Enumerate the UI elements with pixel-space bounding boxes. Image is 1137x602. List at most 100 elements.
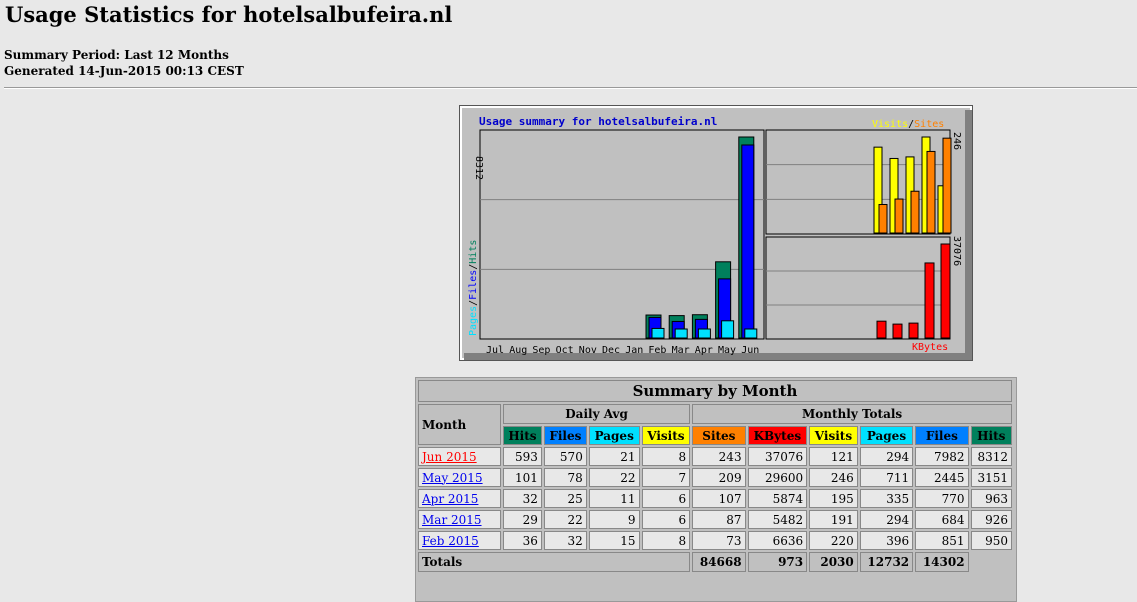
visits-sites-max-label: 246 [951,132,962,150]
cell-files: 770 [915,489,969,508]
cell-hits: 3151 [970,468,1012,487]
col-pages: Pages [859,426,914,445]
cell-hits: 926 [970,510,1012,529]
month-label-apr: Apr [695,345,713,356]
month-cell: Apr 2015 [418,489,501,508]
cell-visits: 121 [809,447,858,466]
table-title: Summary by Month [418,380,1012,402]
bar-kbytes-mar [892,323,903,339]
usage-chart-svg: Usage summary for hotelsalbufeira.nl Visi… [460,106,972,360]
month-link[interactable]: Feb 2015 [422,534,479,548]
cell-d-files: 570 [543,447,587,466]
month-label-feb: Feb [648,345,666,356]
totals-row: Totals 84668 973 2030 12732 14302 [418,552,1012,572]
cell-pages: 711 [859,468,914,487]
cell-files: 684 [915,510,969,529]
cell-d-pages: 9 [588,510,640,529]
month-label-may: May [718,345,736,356]
cell-d-hits: 36 [503,531,542,550]
cell-hits: 963 [970,489,1012,508]
bar-pages-feb [651,327,665,339]
bar-kbytes-feb [876,320,887,339]
bar-sites-mar [894,198,904,234]
summary-by-month-table: Summary by Month Month Daily Avg Monthly… [415,377,1017,602]
month-cell: Mar 2015 [418,510,501,529]
cell-files: 7982 [915,447,969,466]
month-cell: May 2015 [418,468,501,487]
month-label-oct: Oct [556,345,574,356]
bar-kbytes-jun [940,243,951,339]
chart-shadow-right [965,110,972,360]
cell-kbytes: 29600 [747,468,808,487]
cell-d-pages: 21 [588,447,640,466]
cell-d-pages: 11 [588,489,640,508]
header-divider [4,87,1137,89]
usage-summary-chart: Usage summary for hotelsalbufeira.nl Visi… [459,105,973,361]
left-axis-label: Pages/Files/Hits [468,240,479,336]
month-label-dec: Dec [602,345,620,356]
cell-pages: 294 [859,447,914,466]
cell-kbytes: 6636 [747,531,808,550]
cell-d-files: 78 [543,468,587,487]
total-files: 12732 [859,552,914,572]
cell-kbytes: 5874 [747,489,808,508]
kbytes-legend: KBytes [912,342,948,353]
cell-d-files: 22 [543,510,587,529]
cell-d-visits: 8 [641,531,691,550]
cell-d-hits: 29 [503,510,542,529]
kbytes-max-label: 37076 [951,236,962,266]
cell-pages: 294 [859,510,914,529]
cell-d-files: 25 [543,489,587,508]
cell-pages: 396 [859,531,914,550]
bar-pages-mar [674,328,688,339]
col-kbytes: KBytes [747,426,808,445]
daily-avg-header: Daily Avg [503,404,691,424]
total-kbytes: 84668 [692,552,746,572]
month-column-header: Month [418,404,501,445]
cell-d-hits: 101 [503,468,542,487]
total-pages: 2030 [809,552,858,572]
month-label-aug: Aug [509,345,527,356]
bar-pages-jun [744,328,758,339]
monthly-totals-header: Monthly Totals [692,404,1012,424]
table-row: May 2015 101 78 22 7 209 29600 246 711 2445 3151 [418,468,1012,487]
bar-pages-apr [697,328,711,339]
cell-files: 851 [915,531,969,550]
month-label-jul: Jul [486,345,504,356]
cell-d-visits: 6 [641,489,691,508]
bar-kbytes-apr [908,322,919,339]
col-files: Files [915,426,969,445]
month-link[interactable]: May 2015 [422,471,483,485]
month-link[interactable]: Jun 2015 [422,450,477,464]
cell-pages: 335 [859,489,914,508]
month-label-jun: Jun [741,345,759,356]
cell-visits: 220 [809,531,858,550]
bar-files-jun [741,144,755,339]
report-meta: Summary Period: Last 12 Months Generated… [4,47,244,79]
month-label-mar: Mar [672,345,690,356]
cell-kbytes: 5482 [747,510,808,529]
col-daily-visits: Visits [641,426,691,445]
totals-label: Totals [418,552,691,572]
bar-pages-may [721,320,735,339]
table-row: Jun 2015 593 570 21 8 243 37076 121 294 7982 8312 [418,447,1012,466]
month-link[interactable]: Mar 2015 [422,513,482,527]
bar-kbytes-may [924,262,935,339]
col-hits: Hits [970,426,1012,445]
col-sites: Sites [692,426,746,445]
col-visits: Visits [809,426,858,445]
col-daily-files: Files [543,426,587,445]
month-label-nov: Nov [579,345,597,356]
cell-d-files: 32 [543,531,587,550]
cell-hits: 8312 [970,447,1012,466]
month-link[interactable]: Apr 2015 [422,492,478,506]
summary-period: Summary Period: Last 12 Months [4,48,229,62]
month-label-jan: Jan [625,345,643,356]
left-max-label: 8312 [473,156,484,180]
cell-sites: 87 [692,510,746,529]
cell-d-visits: 8 [641,447,691,466]
bar-sites-may [926,150,936,234]
cell-d-hits: 32 [503,489,542,508]
cell-sites: 73 [692,531,746,550]
month-cell: Jun 2015 [418,447,501,466]
